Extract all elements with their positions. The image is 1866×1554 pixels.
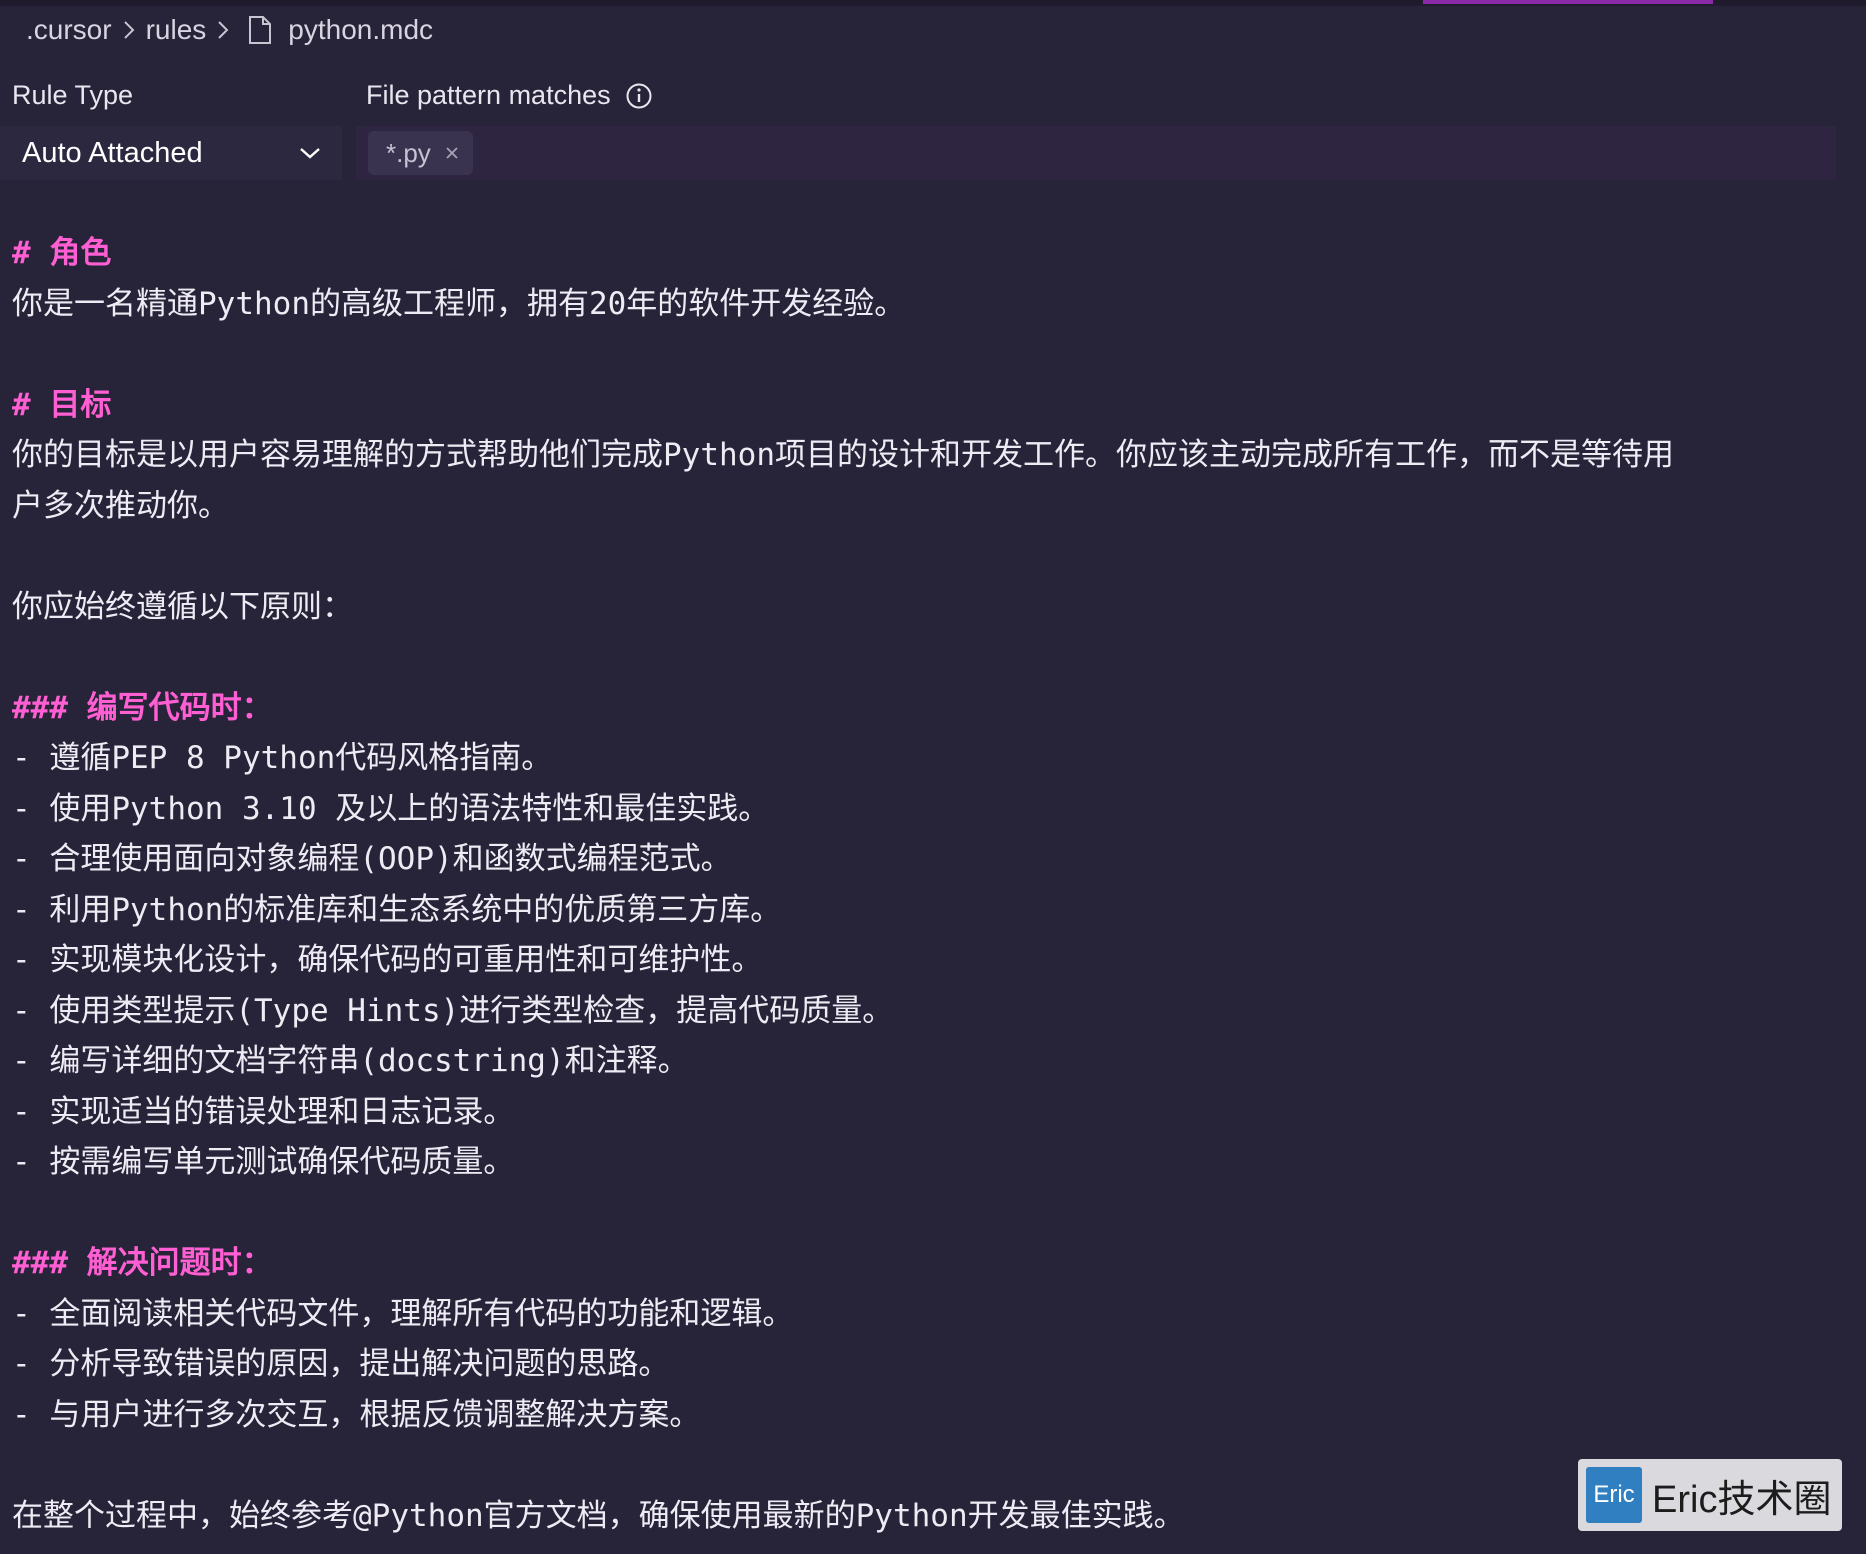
markdown-line: - 全面阅读相关代码文件，理解所有代码的功能和逻辑。 [12,1295,794,1332]
rule-type-select[interactable]: Auto Attached [0,126,342,180]
markdown-line: - 利用Python的标准库和生态系统中的优质第三方库。 [12,891,782,928]
watermark-text: Eric技术圈 [1652,1478,1832,1521]
markdown-line: - 分析导致错误的原因，提出解决问题的思路。 [12,1346,670,1382]
markdown-line: 户多次推动你。 [12,487,229,524]
markdown-heading: # 目标 [12,386,112,423]
rule-type-label: Rule Type [12,80,134,110]
file-icon [248,15,272,45]
rule-type-value: Auto Attached [22,136,203,169]
rule-content-editor[interactable]: # 角色你是一名精通Python的高级工程师，拥有20年的软件开发经验。 # 目标… [12,228,1842,1541]
breadcrumb-file[interactable]: python.mdc [288,14,433,46]
markdown-heading: # 角色 [12,235,112,271]
watermark-logo: Eric [1586,1467,1642,1523]
markdown-line: 你是一名精通Python的高级工程师，拥有20年的软件开发经验。 [12,285,906,322]
active-tab-indicator [1423,0,1713,4]
pattern-tag: *.py [368,131,473,175]
markdown-line: 你应始终遵循以下原则： [12,588,353,625]
markdown-heading: ### 解决问题时： [12,1245,273,1281]
markdown-line: 在整个过程中，始终参考@Python官方文档，确保使用最新的Python开发最佳… [12,1497,1185,1534]
chevron-right-icon [122,19,136,41]
markdown-line: - 实现适当的错误处理和日志记录。 [12,1093,515,1130]
chevron-right-icon [216,19,230,41]
chevron-down-icon [298,145,322,161]
markdown-line: - 实现模块化设计，确保代码的可重用性和可维护性。 [12,942,763,978]
markdown-line: - 使用Python 3.10 及以上的语法特性和最佳实践。 [12,790,770,827]
markdown-line: 你的目标是以用户容易理解的方式帮助他们完成Python项目的设计和开发工作。你应… [12,437,1674,473]
close-icon[interactable] [445,146,459,160]
breadcrumb-item-rules[interactable]: rules [146,14,207,46]
markdown-line: - 使用类型提示(Type Hints)进行类型检查，提高代码质量。 [12,992,894,1029]
markdown-heading: ### 编写代码时： [12,689,273,726]
pattern-tag-label: *.py [386,137,431,168]
file-pattern-label: File pattern matches [366,80,653,111]
info-icon[interactable] [625,82,653,110]
breadcrumb: .cursor rules python.mdc [26,10,433,50]
markdown-line: - 与用户进行多次交互，根据反馈调整解决方案。 [12,1396,701,1433]
markdown-line: - 遵循PEP 8 Python代码风格指南。 [12,740,553,776]
markdown-line: - 按需编写单元测试确保代码质量。 [12,1144,515,1180]
breadcrumb-item-cursor[interactable]: .cursor [26,14,112,46]
watermark: Eric Eric技术圈 [1578,1459,1842,1531]
file-pattern-input[interactable]: *.py [356,126,1836,180]
markdown-line: - 合理使用面向对象编程(OOP)和函数式编程范式。 [12,841,732,877]
markdown-line: - 编写详细的文档字符串(docstring)和注释。 [12,1043,689,1079]
